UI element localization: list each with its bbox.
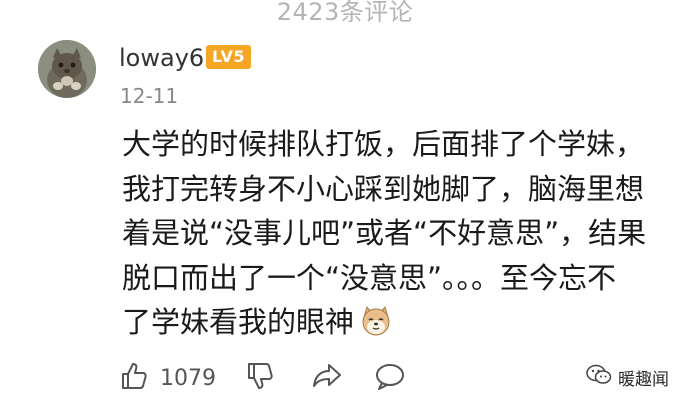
share-button[interactable] [311, 358, 343, 398]
thumbs-up-icon [120, 361, 150, 395]
share-arrow-icon [311, 361, 343, 395]
cat-avatar-image [38, 40, 96, 98]
comment-body: 大学的时候排队打饭，后面排了个学妹， 我打完转身不小心踩到她脚了，脑海里想 着是… [122, 122, 652, 350]
watermark-text: 暖趣闻 [618, 369, 669, 390]
like-count: 1079 [160, 365, 216, 391]
shiba-dog-sticker-icon [360, 305, 392, 350]
reply-button[interactable] [374, 358, 406, 398]
thumbs-down-icon [246, 361, 276, 395]
avatar[interactable] [38, 40, 96, 98]
level-badge: LV5 [206, 45, 252, 69]
comment-count: 2423条评论 [276, 0, 414, 26]
comment-bubble-icon [374, 361, 406, 395]
dislike-button[interactable] [246, 358, 276, 398]
username[interactable]: loway6 [119, 44, 204, 72]
wechat-icon [586, 364, 612, 390]
comment-date: 12-11 [120, 84, 179, 108]
like-button[interactable]: 1079 [120, 358, 216, 398]
watermark: 暖趣闻 [586, 362, 669, 392]
